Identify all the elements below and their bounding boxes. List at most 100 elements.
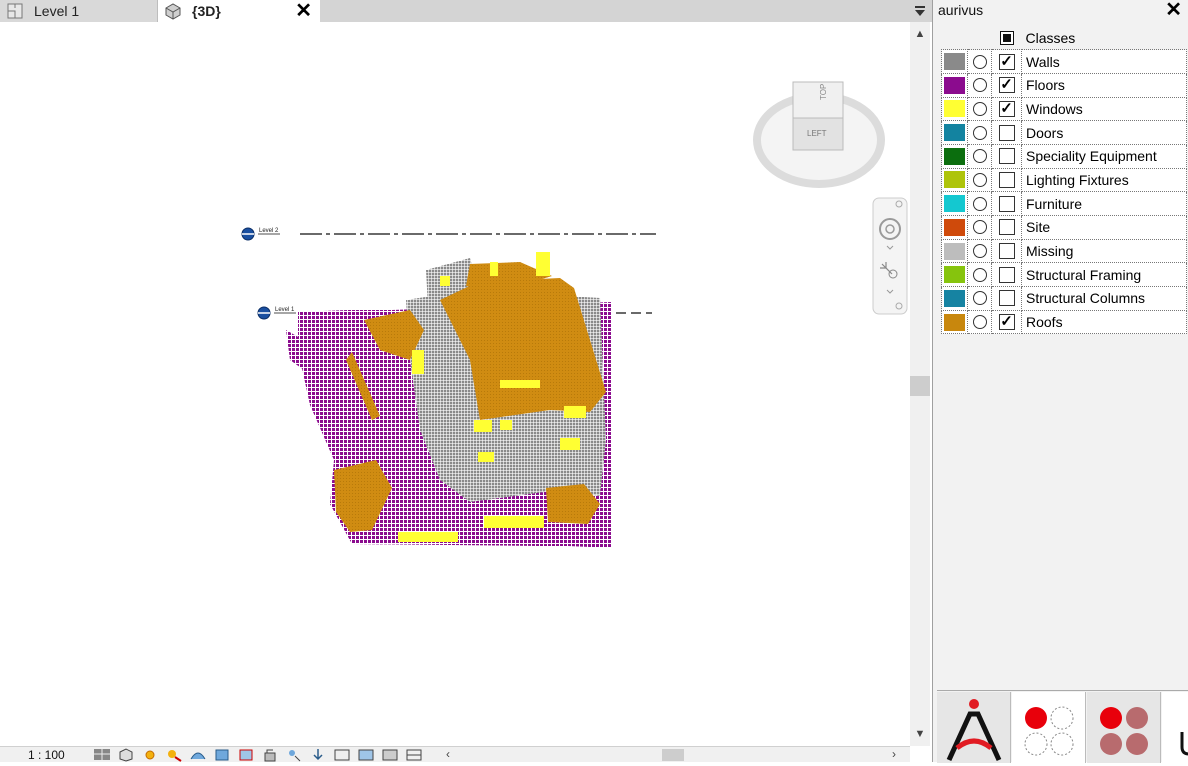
level-2-label: Level 2 [259,228,279,234]
class-color-swatch[interactable] [944,242,965,260]
classes-header-row: Classes [941,26,1187,50]
3d-viewport[interactable]: Level 2 Level 1 TOP LEFT [0,22,910,746]
show-crop-region-icon[interactable] [236,747,256,762]
class-color-swatch[interactable] [944,100,965,118]
tab-level-1[interactable]: Level 1 [0,0,158,22]
view-control-icons [92,747,424,762]
scroll-up-arrow-icon[interactable]: ▲ [914,28,926,40]
class-name: Furniture [1021,191,1187,216]
class-name: Missing [1021,238,1187,264]
class-color-swatch[interactable] [944,53,965,71]
class-isolate-radio[interactable] [972,267,987,282]
class-name: Structural Framing [1021,262,1187,288]
class-row: Furniture [941,191,1187,216]
class-name: Site [1021,215,1187,240]
class-isolate-radio[interactable] [972,101,987,116]
scroll-right-arrow-icon[interactable]: › [892,747,896,761]
render-icon[interactable] [188,747,208,762]
class-row: Lighting Fixtures [941,167,1187,193]
sun-path-icon[interactable] [140,747,160,762]
scroll-left-arrow-icon[interactable]: ‹ [446,747,450,761]
class-name: Roofs [1021,309,1187,335]
viewcube-face-label: LEFT [807,129,827,138]
class-row: Site [941,215,1187,240]
class-visibility-checkbox[interactable] [998,195,1015,212]
class-color-swatch[interactable] [944,218,965,236]
class-isolate-radio[interactable] [972,149,987,164]
temporary-hide-icon[interactable] [284,747,304,762]
class-color-swatch[interactable] [944,266,965,284]
class-visibility-checkbox[interactable] [998,124,1015,141]
class-visibility-checkbox[interactable] [998,266,1015,283]
horizontal-scrollbar-thumb[interactable] [662,749,684,761]
class-isolate-radio[interactable] [972,315,987,330]
close-icon[interactable]: ✕ [1165,0,1182,20]
class-name: Speciality Equipment [1021,143,1187,169]
class-isolate-radio[interactable] [972,291,987,306]
class-isolate-radio[interactable] [972,125,987,140]
class-isolate-radio[interactable] [972,172,987,187]
tab-3d[interactable]: {3D} ✕ [158,0,320,22]
class-row: Speciality Equipment [941,143,1187,169]
point-cloud-model[interactable] [286,252,612,548]
class-color-swatch[interactable] [944,124,965,142]
analytical-model-icon[interactable] [380,747,400,762]
class-color-swatch[interactable] [944,289,965,307]
tab-list-menu-icon[interactable] [912,3,928,19]
class-row: ✓ Roofs [941,309,1187,335]
view-cube[interactable]: TOP LEFT [753,81,885,188]
level-2-marker[interactable]: Level 2 [241,227,656,241]
class-visibility-checkbox[interactable] [998,219,1015,236]
class-visibility-checkbox[interactable]: ✓ [998,77,1015,94]
class-visibility-checkbox[interactable] [998,243,1015,260]
vertical-scrollbar[interactable]: ▲ ▼ [910,22,930,746]
classes-header-label: Classes [1021,26,1187,50]
class-visibility-checkbox[interactable] [998,290,1015,307]
reveal-hidden-icon[interactable] [308,747,328,762]
crop-view-icon[interactable] [212,747,232,762]
class-isolate-radio[interactable] [972,78,987,93]
tab-label: {3D} [192,3,221,19]
view-scale[interactable]: 1 : 100 [28,748,65,762]
point-grouping-button[interactable] [1087,692,1161,763]
more-button[interactable] [1162,692,1188,763]
class-color-swatch[interactable] [944,76,965,94]
unlock-3d-view-icon[interactable] [260,747,280,762]
close-icon[interactable]: ✕ [295,1,312,21]
class-visibility-checkbox[interactable]: ✓ [998,100,1015,117]
shadows-icon[interactable] [164,747,184,762]
point-selection-button[interactable] [1012,692,1086,763]
panel-bottom-buttons [937,690,1188,763]
points-single-icon [1024,706,1074,756]
classes-table: Classes ✓ Walls ✓ Floors ✓ Windows Doors Specia… [941,26,1187,335]
class-name: Windows [1021,96,1187,122]
highlight-displacement-icon[interactable] [404,747,424,762]
class-color-swatch[interactable] [944,195,965,213]
temporary-view-properties-icon[interactable] [332,747,352,762]
view-control-bar: 1 : 100 ‹ › [0,746,910,762]
class-visibility-checkbox[interactable]: ✓ [998,53,1015,70]
class-color-swatch[interactable] [944,171,965,189]
class-name: Walls [1021,49,1187,74]
detail-level-icon[interactable] [92,747,112,762]
navigation-bar[interactable] [872,197,908,315]
class-row: Doors [941,120,1187,145]
class-color-swatch[interactable] [944,147,965,165]
visual-style-icon[interactable] [116,747,136,762]
class-name: Lighting Fixtures [1021,167,1187,193]
panel-title: aurivus [938,2,984,18]
class-visibility-checkbox[interactable]: ✓ [998,314,1015,331]
class-color-swatch[interactable] [944,313,965,331]
class-isolate-radio[interactable] [972,54,987,69]
class-row: Structural Columns [941,286,1187,311]
worksharing-display-icon[interactable] [356,747,376,762]
class-visibility-checkbox[interactable] [998,148,1015,165]
scroll-down-arrow-icon[interactable]: ▼ [914,728,926,740]
class-visibility-checkbox[interactable] [998,171,1015,188]
class-isolate-radio[interactable] [972,196,987,211]
aurivus-logo-button[interactable] [937,692,1011,763]
class-isolate-radio[interactable] [972,244,987,259]
select-all-checkbox[interactable] [999,30,1014,45]
scrollbar-thumb[interactable] [910,376,930,396]
class-isolate-radio[interactable] [972,220,987,235]
